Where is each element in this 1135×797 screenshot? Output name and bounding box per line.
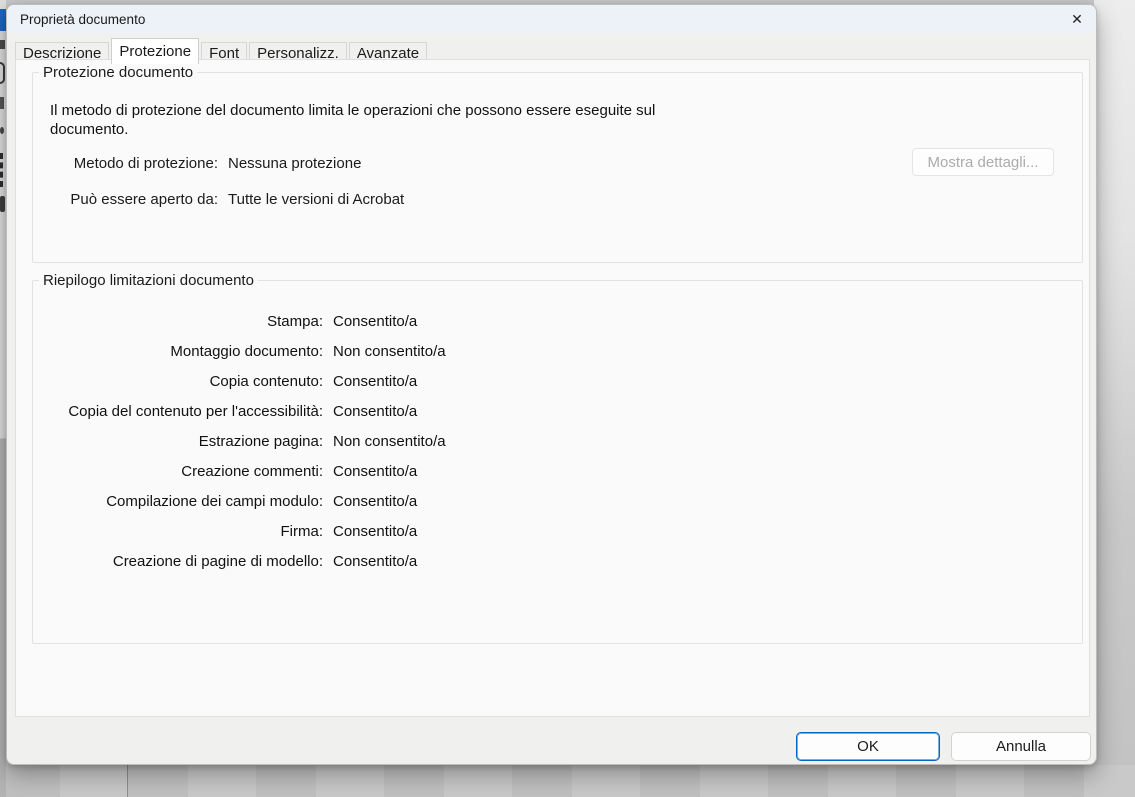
restriction-row-copia-accessibilita: Copia del contenuto per l'accessibilità:… [33, 396, 1082, 426]
restriction-value: Consentito/a [333, 553, 1082, 570]
restriction-row-campi-modulo: Compilazione dei campi modulo: Consentit… [33, 486, 1082, 516]
field-value: Nessuna protezione [228, 155, 404, 172]
restriction-label: Creazione di pagine di modello: [33, 553, 323, 570]
toolbar-icon-fragment [0, 40, 5, 49]
restriction-row-estrazione: Estrazione pagina: Non consentito/a [33, 426, 1082, 456]
protection-groupbox: Protezione documento Il metodo di protez… [32, 72, 1083, 263]
protection-group-title: Protezione documento [39, 64, 197, 81]
restriction-row-montaggio: Montaggio documento: Non consentito/a [33, 336, 1082, 366]
restriction-value: Consentito/a [333, 313, 1082, 330]
restriction-label: Stampa: [33, 313, 323, 330]
toolbar-icon-fragment [0, 196, 5, 212]
restriction-label: Creazione commenti: [33, 463, 323, 480]
dialog-title: Proprietà documento [20, 12, 145, 27]
toolbar-icon-fragment [0, 153, 3, 187]
restriction-row-firma: Firma: Consentito/a [33, 516, 1082, 546]
dialog-titlebar: Proprietà documento ✕ [7, 5, 1096, 33]
document-properties-dialog: Proprietà documento ✕ Descrizione Protez… [6, 4, 1097, 765]
field-label: Metodo di protezione: [50, 155, 218, 172]
protection-description: Il metodo di protezione del documento li… [50, 101, 665, 139]
protection-fields: Metodo di protezione: Nessuna protezione… [50, 155, 404, 227]
restriction-label: Estrazione pagina: [33, 433, 323, 450]
restriction-value: Consentito/a [333, 493, 1082, 510]
field-label: Può essere aperto da: [50, 191, 218, 208]
cancel-button[interactable]: Annulla [951, 732, 1091, 761]
toolbar-icon-fragment [0, 62, 5, 84]
field-aperto-da: Può essere aperto da: Tutte le versioni … [50, 191, 404, 208]
restriction-row-commenti: Creazione commenti: Consentito/a [33, 456, 1082, 486]
restriction-row-stampa: Stampa: Consentito/a [33, 306, 1082, 336]
show-details-button[interactable]: Mostra dettagli... [912, 148, 1054, 176]
app-background-bottom [0, 765, 1135, 797]
restriction-value: Consentito/a [333, 373, 1082, 390]
close-icon[interactable]: ✕ [1062, 6, 1092, 32]
app-panel-divider [127, 765, 128, 797]
restriction-label: Compilazione dei campi modulo: [33, 493, 323, 510]
restriction-label: Montaggio documento: [33, 343, 323, 360]
restrictions-group-title: Riepilogo limitazioni documento [39, 272, 258, 289]
ok-button[interactable]: OK [796, 732, 940, 761]
toolbar-icon-fragment [0, 97, 4, 109]
restriction-value: Consentito/a [333, 523, 1082, 540]
toolbar-icon-fragment [0, 127, 4, 134]
restriction-rows: Stampa: Consentito/a Montaggio documento… [33, 306, 1082, 576]
restriction-label: Copia del contenuto per l'accessibilità: [33, 403, 323, 420]
restriction-row-copia-contenuto: Copia contenuto: Consentito/a [33, 366, 1082, 396]
field-metodo-protezione: Metodo di protezione: Nessuna protezione [50, 155, 404, 172]
restriction-value: Consentito/a [333, 463, 1082, 480]
restrictions-groupbox: Riepilogo limitazioni documento Stampa: … [32, 280, 1083, 644]
tab-protezione[interactable]: Protezione [111, 38, 199, 64]
restriction-row-pagine-modello: Creazione di pagine di modello: Consenti… [33, 546, 1082, 576]
restriction-value: Non consentito/a [333, 343, 1082, 360]
restriction-value: Consentito/a [333, 403, 1082, 420]
restriction-label: Copia contenuto: [33, 373, 323, 390]
restriction-value: Non consentito/a [333, 433, 1082, 450]
protezione-tab-page: Protezione documento Il metodo di protez… [15, 59, 1090, 717]
app-background-right [1094, 0, 1135, 797]
field-value: Tutte le versioni di Acrobat [228, 191, 404, 208]
restriction-label: Firma: [33, 523, 323, 540]
